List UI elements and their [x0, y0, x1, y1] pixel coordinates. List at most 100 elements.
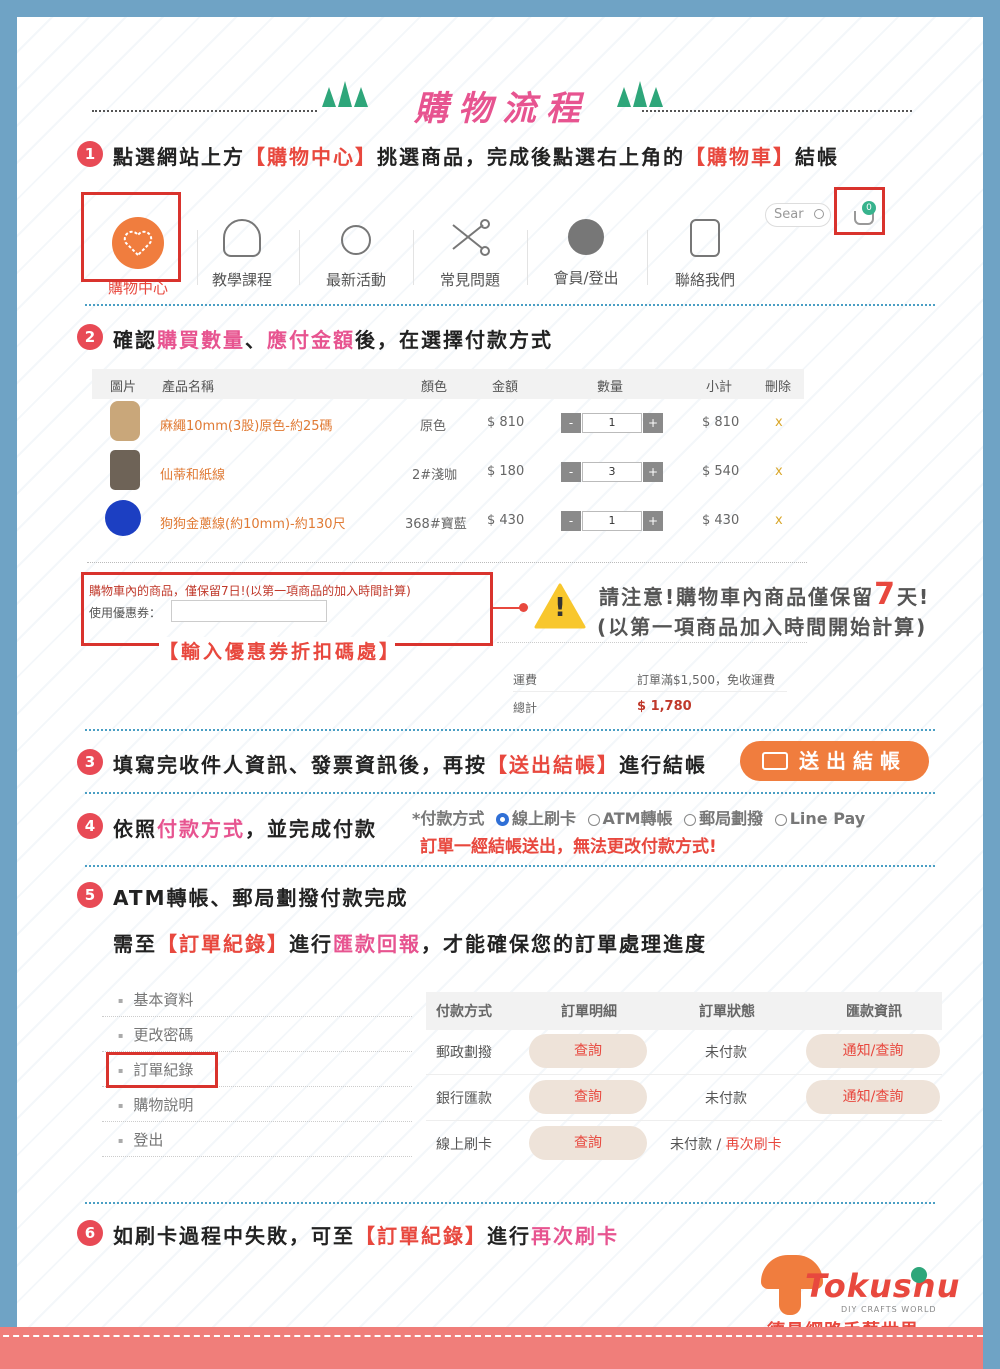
- checkout-button[interactable]: 送出結帳: [740, 741, 929, 781]
- tree-icon: [617, 87, 631, 107]
- step-1-part: 結帳: [795, 145, 839, 169]
- product-name[interactable]: 狗狗金蔥線(約10mm)-約130尺: [160, 513, 346, 532]
- payment-option-label: Line Pay: [789, 809, 866, 828]
- logo-brand-text: Tokushu: [805, 1267, 961, 1305]
- step-5-part: 需至: [113, 932, 157, 956]
- radio-online-card[interactable]: [495, 813, 509, 826]
- step-3-highlight: 【送出結帳】: [487, 753, 619, 777]
- step-3-text: 填寫完收件人資訊、發票資訊後，再按【送出結帳】進行結帳: [113, 749, 707, 778]
- order-info-button[interactable]: 通知/查詢: [806, 1080, 940, 1114]
- product-subtotal: $ 430: [702, 513, 740, 528]
- total-label: 總計: [513, 701, 538, 715]
- product-name[interactable]: 仙蒂和紙線: [160, 464, 225, 483]
- menu-item-label: 購物說明: [133, 1096, 194, 1114]
- nav-item-faq[interactable]: 常見問題: [415, 207, 525, 295]
- tree-icon: [649, 87, 663, 107]
- nav-divider: [299, 230, 300, 285]
- step-1-highlight: 【購物車】: [685, 145, 795, 169]
- menu-item-guide[interactable]: 購物說明: [102, 1088, 412, 1122]
- cart-header-qty: 數量: [597, 380, 624, 395]
- nav-item-member[interactable]: 會員/登出: [531, 207, 641, 295]
- step-2-part: 後，在選擇付款方式: [355, 328, 553, 352]
- footer-dashed-line: [0, 1335, 983, 1337]
- menu-item-profile[interactable]: 基本資料: [102, 983, 412, 1017]
- order-method: 銀行匯款: [436, 1091, 492, 1107]
- highlight-box-orders: [106, 1052, 218, 1088]
- delete-button[interactable]: x: [775, 415, 783, 430]
- qty-plus-button[interactable]: +: [643, 413, 663, 433]
- quantity-stepper: - 1 +: [561, 511, 663, 531]
- order-status: 未付款: [705, 1091, 747, 1107]
- radio-linepay[interactable]: [774, 813, 787, 826]
- step-6-highlight: 再次刷卡: [531, 1224, 619, 1248]
- step-5-highlight: 匯款回報: [333, 932, 421, 956]
- qty-input[interactable]: 1: [582, 413, 642, 433]
- product-image[interactable]: [110, 450, 140, 490]
- product-image[interactable]: [105, 500, 141, 536]
- delete-button[interactable]: x: [775, 513, 783, 528]
- button-icon: [341, 225, 371, 255]
- step-number-2: 2: [77, 324, 103, 350]
- step-2-part: 、: [245, 328, 267, 352]
- step-2-text: 確認購買數量、應付金額後，在選擇付款方式: [113, 324, 553, 353]
- order-detail-button[interactable]: 查詢: [529, 1080, 647, 1114]
- step-5-title: ATM轉帳、郵局劃撥付款完成: [113, 886, 409, 910]
- step-3-part: 填寫完收件人資訊、發票資訊後，再按: [113, 753, 487, 777]
- nav-item-courses[interactable]: 教學課程: [187, 207, 297, 295]
- step-number-5: 5: [77, 882, 103, 908]
- nav-item-contact[interactable]: 聯絡我們: [650, 207, 760, 295]
- coupon-input[interactable]: [171, 600, 327, 622]
- spool-icon: [223, 219, 261, 257]
- qty-plus-button[interactable]: +: [643, 462, 663, 482]
- cart-header-price: 金額: [492, 380, 519, 395]
- step-4-text: 依照付款方式，並完成付款: [113, 813, 377, 842]
- delete-button[interactable]: x: [775, 464, 783, 479]
- section-divider: [85, 865, 935, 867]
- radio-postal[interactable]: [684, 813, 697, 826]
- retry-payment-link[interactable]: 再次刷卡: [726, 1137, 782, 1153]
- nav-item-label: 最新活動: [325, 271, 386, 289]
- qty-minus-button[interactable]: -: [561, 462, 581, 482]
- menu-item-logout[interactable]: 登出: [102, 1123, 412, 1157]
- radio-atm[interactable]: [587, 813, 600, 826]
- step-6-highlight: 【訂單紀錄】: [355, 1224, 487, 1248]
- step-4-part: ，並完成付款: [245, 817, 377, 841]
- section-divider: [85, 1202, 935, 1204]
- clover-icon: [911, 1267, 927, 1283]
- page-header: 購物流程: [92, 69, 912, 129]
- qty-minus-button[interactable]: -: [561, 511, 581, 531]
- qty-input[interactable]: 3: [582, 462, 642, 482]
- step-2-highlight: 應付金額: [267, 328, 355, 352]
- nav-item-label: 常見問題: [439, 271, 500, 289]
- search-input[interactable]: Sear: [765, 203, 831, 227]
- coupon-caption: 【輸入優惠券折扣碼處】: [159, 641, 402, 663]
- nav-item-label: 教學課程: [211, 271, 272, 289]
- nav-divider: [527, 230, 528, 285]
- orders-header-info: 匯款資訊: [846, 1004, 902, 1020]
- nav-item-events[interactable]: 最新活動: [301, 207, 411, 295]
- cart-header-subtotal: 小計: [706, 380, 733, 395]
- qty-input[interactable]: 1: [582, 511, 642, 531]
- page-card: 購物流程 1 點選網站上方【購物中心】挑選商品，完成後點選右上角的【購物車】結帳…: [17, 17, 983, 1351]
- totals-row-divider: [513, 691, 787, 692]
- menu-item-password[interactable]: 更改密碼: [102, 1018, 412, 1052]
- shipping-label: 運費: [513, 673, 538, 687]
- payment-option-label: 線上刷卡: [511, 809, 576, 828]
- warning-icon: !: [534, 583, 586, 633]
- highlight-box-cart: [834, 187, 885, 235]
- totals-divider: [497, 642, 807, 643]
- qty-plus-button[interactable]: +: [643, 511, 663, 531]
- highlight-box-shopping-center: [81, 192, 181, 282]
- order-detail-button[interactable]: 查詢: [529, 1034, 647, 1068]
- product-image[interactable]: [110, 401, 140, 441]
- cart-retention-notice: 購物車內的商品，僅保留7日!(以第一項商品的加入時間計算): [89, 584, 411, 598]
- qty-minus-button[interactable]: -: [561, 413, 581, 433]
- order-detail-button[interactable]: 查詢: [529, 1126, 647, 1160]
- order-info-button[interactable]: 通知/查詢: [806, 1034, 940, 1068]
- product-name[interactable]: 麻繩10mm(3股)原色-約25碼: [160, 415, 333, 434]
- step-2-part: 確認: [113, 328, 157, 352]
- nav-divider: [647, 230, 648, 285]
- step-5-part: 進行: [289, 932, 333, 956]
- step-3-part: 進行結帳: [619, 753, 707, 777]
- page-title: 購物流程: [414, 89, 590, 129]
